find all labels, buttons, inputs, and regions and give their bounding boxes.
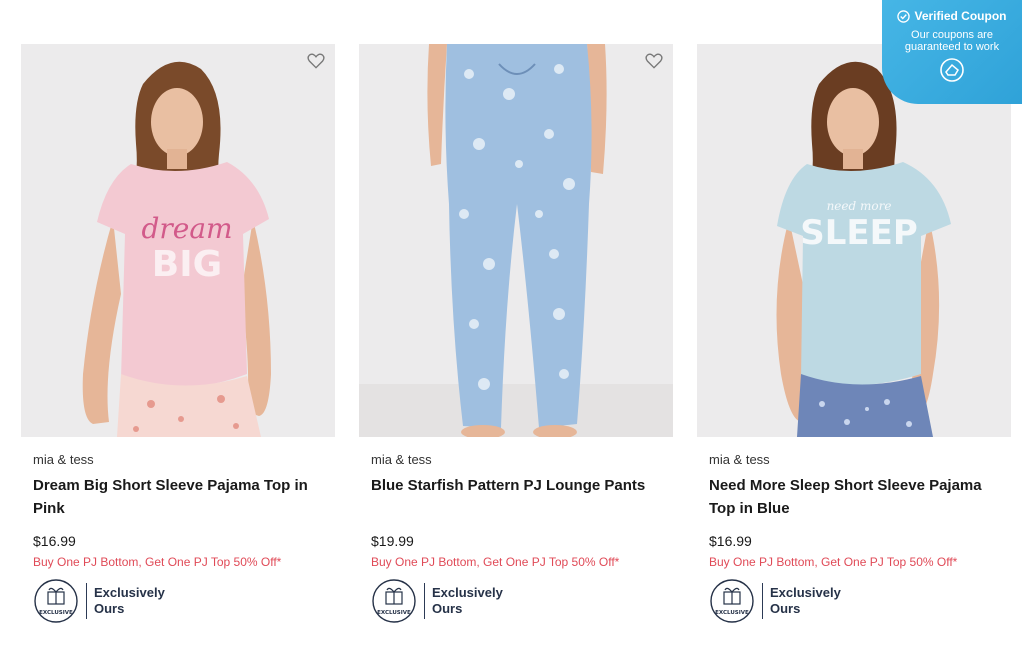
badge-divider	[424, 583, 425, 619]
exclusive-seal-icon: EXCLUSIVE	[372, 579, 416, 623]
product-brand: mia & tess	[33, 452, 94, 467]
product-image[interactable]	[359, 44, 673, 437]
product-grid: dream BIG mia & tess Dream Big Short Sle…	[21, 44, 1011, 624]
exclusive-seal-icon: EXCLUSIVE	[710, 579, 754, 623]
product-image[interactable]: dream BIG	[21, 44, 335, 437]
svg-text:EXCLUSIVE: EXCLUSIVE	[39, 610, 73, 616]
promo-text: Buy One PJ Bottom, Get One PJ Top 50% Of…	[709, 555, 958, 569]
badge-label: Exclusively Ours	[94, 585, 165, 616]
product-brand: mia & tess	[709, 452, 770, 467]
exclusive-badge: EXCLUSIVE Exclusively Ours	[371, 578, 661, 624]
product-card[interactable]: mia & tess Blue Starfish Pattern PJ Loun…	[359, 44, 673, 624]
product-price: $16.99	[709, 533, 752, 549]
coupon-header: Verified Coupon	[882, 9, 1022, 23]
svg-text:EXCLUSIVE: EXCLUSIVE	[715, 610, 749, 616]
product-brand: mia & tess	[371, 452, 432, 467]
product-title[interactable]: Need More Sleep Short Sleeve Pajama Top …	[709, 474, 999, 520]
shirt-print-bold: BIG	[152, 244, 222, 285]
badge-divider	[762, 583, 763, 619]
check-circle-icon	[897, 9, 911, 23]
exclusive-badge: EXCLUSIVE Exclusively Ours	[709, 578, 999, 624]
product-price: $19.99	[371, 533, 414, 549]
coupon-subtitle: Our coupons are guaranteed to work	[904, 29, 1000, 53]
product-photo-pink-top[interactable]: dream BIG	[21, 44, 335, 437]
badge-label: Exclusively Ours	[770, 585, 841, 616]
product-title[interactable]: Dream Big Short Sleeve Pajama Top in Pin…	[33, 474, 323, 520]
promo-text: Buy One PJ Bottom, Get One PJ Top 50% Of…	[33, 555, 282, 569]
badge-divider	[86, 583, 87, 619]
heart-icon[interactable]	[644, 51, 664, 71]
product-card[interactable]: dream BIG mia & tess Dream Big Short Sle…	[21, 44, 335, 624]
shirt-print-script: dream	[141, 212, 232, 245]
product-title[interactable]: Blue Starfish Pattern PJ Lounge Pants	[371, 474, 661, 520]
coupon-logo-icon[interactable]	[939, 57, 965, 83]
shirt-print-script: need more	[827, 199, 892, 213]
badge-label: Exclusively Ours	[432, 585, 503, 616]
shirt-print-bold: SLEEP	[800, 213, 918, 253]
verified-coupon-widget[interactable]: Verified Coupon Our coupons are guarante…	[882, 0, 1022, 104]
product-price: $16.99	[33, 533, 76, 549]
exclusive-seal-icon: EXCLUSIVE	[34, 579, 78, 623]
svg-text:EXCLUSIVE: EXCLUSIVE	[377, 610, 411, 616]
coupon-title: Verified Coupon	[914, 9, 1007, 23]
product-photo-blue-pants[interactable]	[359, 44, 673, 437]
exclusive-badge: EXCLUSIVE Exclusively Ours	[33, 578, 323, 624]
product-card[interactable]: need more SLEEP mia & tess Need More Sle…	[697, 44, 1011, 624]
promo-text: Buy One PJ Bottom, Get One PJ Top 50% Of…	[371, 555, 620, 569]
heart-icon[interactable]	[306, 51, 326, 71]
